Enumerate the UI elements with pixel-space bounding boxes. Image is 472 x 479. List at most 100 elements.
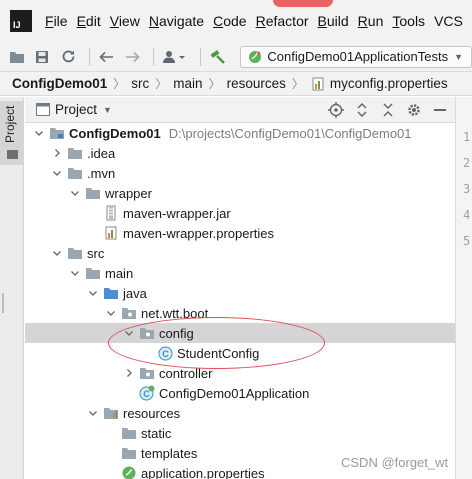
chevron-down-icon[interactable] [51,163,63,183]
chevron-down-icon[interactable] [33,123,45,143]
folder-icon [121,445,137,461]
chevron-down-icon[interactable] [123,323,135,343]
breadcrumb-resources[interactable]: resources [227,76,286,91]
breadcrumb-src[interactable]: src [131,76,149,91]
module-folder-icon [49,125,65,141]
chevron-down-icon[interactable] [69,263,81,283]
folder-icon [67,245,83,261]
back-arrow-icon[interactable] [96,46,118,68]
menu-vcs[interactable]: VCS [434,13,463,29]
expand-all-icon[interactable] [353,101,371,119]
folder-icon [121,425,137,441]
watermark: CSDN @forget_wt [341,455,449,470]
project-tree: ConfigDemo01 D:\projects\ConfigDemo01\Con… [25,123,455,479]
tree-row-label: java [123,285,147,301]
tree-row-label: ConfigDemo01Application [159,385,310,401]
tree-row-net-wtt-boot[interactable]: net.wtt.boot [25,303,455,323]
tree-row-label: maven-wrapper.jar [123,205,231,221]
menu-refactor[interactable]: Refactor [256,13,309,29]
tree-row-label: resources [123,405,181,421]
tree-row-java[interactable]: java [25,283,455,303]
tree-row-label: .mvn [87,165,116,181]
tree-row-label: main [105,265,134,281]
package-icon [139,365,155,381]
project-tool-tab[interactable]: Project [0,101,24,165]
gear-icon[interactable] [405,101,423,119]
menu-bar: IJ File Edit View Navigate Code Refactor Build… [0,0,472,42]
save-all-icon[interactable] [32,46,54,68]
tree-row-static[interactable]: static [25,423,455,443]
breadcrumb-separator-icon: 〉 [208,77,221,91]
line-number: 2 [463,156,471,170]
tree-row-src[interactable]: src [25,243,455,263]
folder-icon [67,165,83,181]
project-panel-header: Project ▼ [25,97,455,123]
tree-row-main[interactable]: main [25,263,455,283]
menu-file[interactable]: File [45,13,68,29]
tree-row-mvn[interactable]: .mvn [25,163,455,183]
tree-row-label: static [141,425,172,441]
chevron-right-icon[interactable] [123,363,135,383]
tree-row-label: StudentConfig [177,345,260,361]
menu-edit[interactable]: Edit [77,13,101,29]
tree-row-configdemo01[interactable]: ConfigDemo01 D:\projects\ConfigDemo01\Con… [25,123,455,143]
toolbar-separator [199,47,201,66]
run-configuration-label: ConfigDemo01ApplicationTests [267,49,449,64]
chevron-right-icon[interactable] [51,143,63,163]
chevron-down-icon[interactable] [87,283,99,303]
menu-run[interactable]: Run [358,13,384,29]
tree-row-maven-wrapper-properties[interactable]: maven-wrapper.properties [25,223,455,243]
folder-icon [67,145,83,161]
navigation-breadcrumb: ConfigDemo01 〉 src 〉 main 〉 resources 〉 … [0,72,472,96]
chevron-down-icon[interactable]: ▼ [103,105,112,115]
editor-gutter: 1 2 3 4 5 [455,97,472,479]
collapse-all-icon[interactable] [379,101,397,119]
line-number: 1 [463,130,471,144]
menu-build[interactable]: Build [318,13,349,29]
open-folder-icon[interactable] [6,46,28,68]
tree-row-label: .idea [87,145,116,161]
menu-tools[interactable]: Tools [392,13,425,29]
tree-row-controller[interactable]: controller [25,363,455,383]
properties-file-icon [310,76,326,92]
package-icon [121,305,137,321]
tree-row-idea[interactable]: .idea [25,143,455,163]
forward-arrow-icon[interactable] [122,46,144,68]
main-toolbar: ConfigDemo01ApplicationTests ▼ [0,42,472,72]
breadcrumb-file[interactable]: myconfig.properties [310,76,448,92]
tree-row-studentconfig[interactable]: C StudentConfig [25,343,455,363]
chevron-down-icon[interactable] [105,303,117,323]
tree-row-config[interactable]: config [25,323,455,343]
run-configuration-selector[interactable]: ConfigDemo01ApplicationTests ▼ [240,45,472,68]
breadcrumb-project[interactable]: ConfigDemo01 [12,76,107,91]
locate-target-icon[interactable] [327,101,345,119]
tree-row-label: wrapper [105,185,152,201]
spring-class-icon: C [139,385,155,401]
panel-actions [319,101,449,119]
tree-row-wrapper[interactable]: wrapper [25,183,455,203]
hide-panel-icon[interactable] [431,101,449,119]
breadcrumb-main[interactable]: main [173,76,202,91]
synchronize-icon[interactable] [57,46,79,68]
chevron-down-icon[interactable] [87,403,99,423]
user-account-icon[interactable] [160,46,190,68]
tree-row-maven-wrapper-jar[interactable]: maven-wrapper.jar [25,203,455,223]
build-hammer-icon[interactable] [207,46,229,68]
tree-row-label: config [159,325,194,341]
chevron-down-icon[interactable] [69,183,81,203]
project-folder-icon [7,150,18,159]
project-view-selector[interactable]: Project [55,102,97,117]
tree-row-resources[interactable]: resources [25,403,455,423]
resources-folder-icon [103,405,119,421]
tree-row-configdemo01application[interactable]: C ConfigDemo01Application [25,383,455,403]
source-folder-icon [103,285,119,301]
menu-view[interactable]: View [110,13,140,29]
menu-code[interactable]: Code [213,13,246,29]
spring-properties-icon [121,465,137,479]
tree-row-label: src [87,245,105,261]
menu-navigate[interactable]: Navigate [149,13,204,29]
chevron-down-icon[interactable] [51,243,63,263]
